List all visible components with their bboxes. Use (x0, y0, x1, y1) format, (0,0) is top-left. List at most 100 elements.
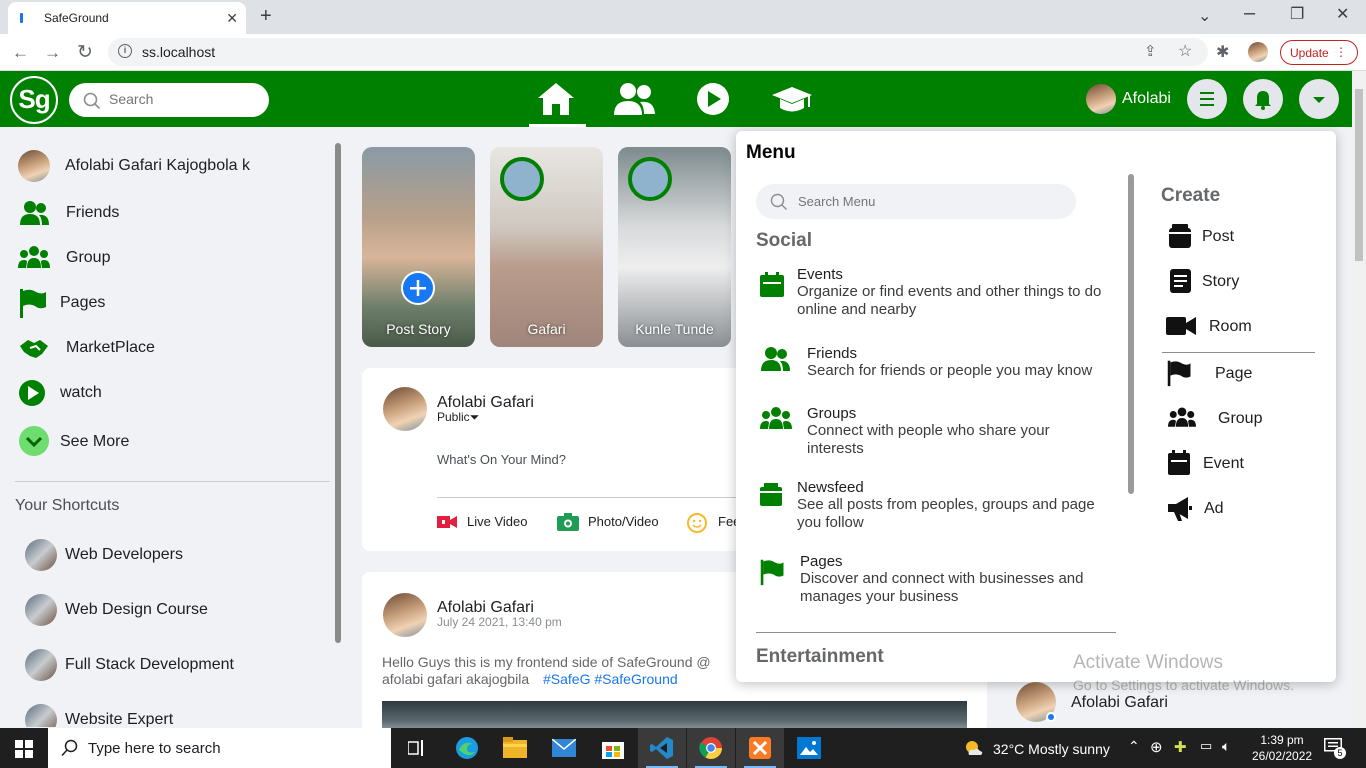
caret-down-icon: ⏷ (469, 410, 480, 424)
extensions-icon[interactable]: ✱ (1216, 42, 1229, 62)
address-bar[interactable]: i ss.localhost ⇪ ☆ (108, 38, 1208, 66)
menu-scrollbar[interactable] (1128, 174, 1134, 494)
language-globe-icon[interactable]: ⊕ (1150, 738, 1163, 756)
privacy-selector[interactable]: Public⏷ (437, 410, 479, 425)
photos-icon[interactable] (785, 728, 833, 768)
share-icon[interactable]: ⇪ (1144, 42, 1157, 60)
tray-chevron-up-icon[interactable]: ⌃ (1128, 738, 1140, 755)
feeling-button[interactable]: Feeling/Activity (687, 513, 742, 533)
xampp-icon[interactable] (736, 728, 784, 768)
create-ad-button[interactable]: Ad (1166, 494, 1326, 524)
composer-input[interactable]: What's On Your Mind? (437, 452, 566, 467)
live-video-button[interactable]: Live Video (437, 513, 537, 533)
shortcuts-title: Your Shortcuts (15, 497, 120, 514)
site-info-icon[interactable]: i (118, 44, 132, 58)
edge-icon[interactable] (443, 728, 491, 768)
sidebar-item-friends[interactable]: Friends (18, 195, 328, 231)
tab-search-chevron-icon[interactable]: ⌄ (1198, 6, 1211, 26)
reload-icon[interactable]: ↻ (77, 41, 93, 64)
network-icon[interactable]: ▭ (1200, 738, 1212, 754)
create-page-button[interactable]: Page (1166, 359, 1326, 389)
nav-friends[interactable] (606, 81, 666, 121)
account-dropdown-button[interactable] (1299, 79, 1339, 119)
store-icon[interactable] (589, 728, 637, 768)
task-view-icon[interactable] (392, 728, 440, 768)
vscode-icon[interactable] (638, 728, 686, 768)
bookmark-star-icon[interactable]: ☆ (1178, 41, 1192, 61)
post-hashtags[interactable]: #SafeG #SafeGround (543, 671, 678, 687)
nav-watch[interactable] (684, 81, 744, 121)
story-card[interactable]: Kunle Tunde (618, 147, 731, 347)
create-event-button[interactable]: Event (1166, 449, 1326, 479)
post-text: Hello Guys this is my frontend side of S… (382, 654, 711, 670)
file-explorer-icon[interactable] (491, 728, 539, 768)
menu-item-title: Pages (800, 553, 843, 570)
story-card[interactable]: Gafari (490, 147, 603, 347)
search-input[interactable] (109, 91, 259, 107)
sidebar-scrollbar[interactable] (335, 143, 341, 643)
search-box[interactable] (69, 83, 269, 117)
scrollbar-thumb[interactable] (1355, 89, 1363, 261)
menu-button[interactable] (1187, 79, 1227, 119)
sidebar-item-profile[interactable]: Afolabi Gafari Kajogbola k (18, 148, 328, 184)
menu-search-box[interactable] (756, 184, 1076, 219)
logo[interactable]: Sg (10, 76, 58, 124)
app-tray-icon[interactable]: ✚ (1174, 738, 1187, 756)
profile-avatar[interactable] (1248, 42, 1268, 62)
sidebar-item-pages[interactable]: Pages (18, 285, 328, 321)
taskbar-clock[interactable]: 1:39 pm 26/02/2022 (1252, 732, 1312, 764)
new-tab-button[interactable]: + (260, 5, 272, 28)
menu-search-input[interactable] (798, 194, 1058, 209)
flag-icon (20, 289, 46, 318)
home-icon (538, 83, 574, 115)
menu-item-events[interactable]: Events Organize or find events and other… (756, 266, 1116, 318)
see-more-button[interactable]: See More (18, 423, 328, 459)
shortcut-item[interactable]: Website Expert (25, 702, 335, 727)
menu-item-pages[interactable]: Pages Discover and connect with business… (756, 553, 1116, 605)
shortcut-item[interactable]: Full Stack Development (25, 647, 335, 683)
create-group-button[interactable]: Group (1166, 404, 1326, 434)
menu-item-newsfeed[interactable]: Newsfeed See all posts from peoples, gro… (756, 479, 1116, 531)
photo-video-button[interactable]: Photo/Video (557, 513, 667, 533)
notifications-icon[interactable]: 5 (1324, 738, 1346, 759)
weather-text[interactable]: 32°C Mostly sunny (993, 741, 1110, 757)
story-icon (1170, 269, 1191, 293)
sidebar-item-group[interactable]: Group (18, 240, 328, 276)
notifications-button[interactable] (1243, 79, 1283, 119)
shortcut-thumbnail (25, 649, 57, 681)
contact-item[interactable]: Afolabi Gafari (1016, 682, 1316, 722)
create-post-button[interactable]: Post (1166, 222, 1326, 252)
mail-icon[interactable] (540, 728, 588, 768)
divider (1162, 352, 1315, 353)
menu-title: Menu (746, 142, 796, 163)
nav-home[interactable] (526, 81, 586, 127)
tab-close-icon[interactable]: ✕ (226, 10, 238, 27)
browser-tab[interactable]: SafeGround ✕ (8, 2, 246, 34)
sidebar-item-marketplace[interactable]: MarketPlace (18, 330, 328, 366)
taskbar-search[interactable]: Type here to search (48, 728, 391, 768)
window-close-icon[interactable]: ✕ (1336, 4, 1349, 24)
shortcut-item[interactable]: Web Design Course (25, 592, 335, 628)
minimize-icon[interactable]: – (1244, 2, 1255, 25)
windows-start-icon[interactable] (15, 740, 33, 758)
page-scrollbar[interactable] (1352, 71, 1366, 728)
sidebar-item-watch[interactable]: watch (18, 375, 328, 411)
story-card-post[interactable]: Post Story (362, 147, 475, 347)
chrome-icon[interactable] (687, 728, 735, 768)
volume-icon[interactable]: 🔈︎ (1222, 738, 1230, 755)
play-icon (19, 380, 45, 406)
create-story-button[interactable]: Story (1166, 267, 1326, 297)
section-title-social: Social (756, 230, 812, 251)
forward-icon[interactable]: → (44, 43, 61, 63)
shortcut-item[interactable]: Web Developers (25, 537, 335, 573)
restore-icon[interactable]: ❐ (1290, 4, 1304, 24)
sidebar-item-label: Friends (66, 204, 120, 221)
create-room-button[interactable]: Room (1166, 312, 1326, 342)
update-button[interactable]: Update ⋮ (1280, 40, 1358, 65)
menu-item-groups[interactable]: Groups Connect with people who share you… (756, 405, 1116, 457)
nav-learning[interactable] (762, 81, 822, 121)
back-icon[interactable]: ← (12, 43, 29, 63)
menu-item-friends[interactable]: Friends Search for friends or people you… (756, 345, 1116, 385)
weather-sun-icon[interactable] (963, 739, 983, 757)
avatar (1086, 84, 1116, 114)
